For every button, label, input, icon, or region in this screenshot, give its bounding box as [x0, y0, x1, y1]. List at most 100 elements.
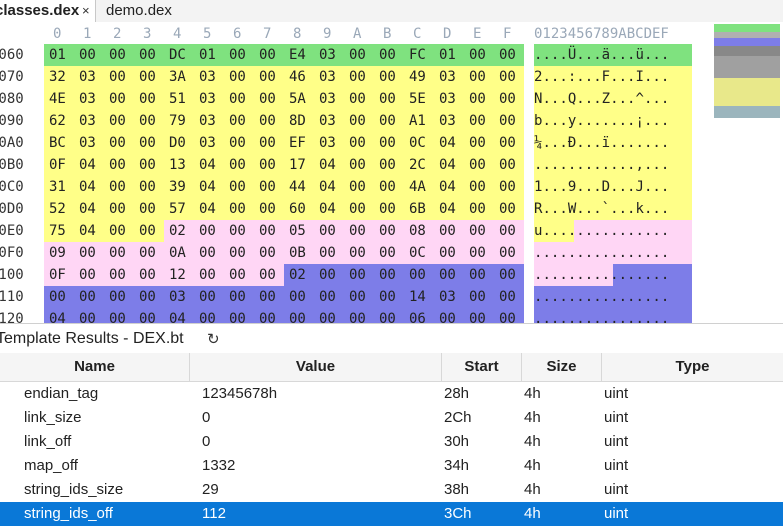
- hex-byte[interactable]: 00: [224, 308, 254, 323]
- hex-byte[interactable]: 04: [314, 154, 344, 176]
- hex-byte[interactable]: DC: [164, 44, 194, 66]
- hex-byte[interactable]: 00: [344, 308, 374, 323]
- hex-byte[interactable]: 01: [44, 44, 74, 66]
- hex-byte[interactable]: 03: [314, 44, 344, 66]
- hex-byte[interactable]: 00: [494, 88, 524, 110]
- hex-byte[interactable]: 04: [74, 176, 104, 198]
- hex-byte[interactable]: 04: [434, 176, 464, 198]
- hex-byte[interactable]: 4A: [404, 176, 434, 198]
- hex-byte[interactable]: 00: [224, 88, 254, 110]
- hex-byte[interactable]: 00: [464, 220, 494, 242]
- hex-byte[interactable]: 00: [134, 66, 164, 88]
- hex-byte[interactable]: 00: [314, 264, 344, 286]
- hex-byte[interactable]: 00: [374, 220, 404, 242]
- hex-byte[interactable]: 00: [494, 110, 524, 132]
- hex-byte[interactable]: 00: [464, 198, 494, 220]
- hex-byte[interactable]: 03: [434, 286, 464, 308]
- hex-byte[interactable]: 32: [44, 66, 74, 88]
- hex-byte[interactable]: 00: [494, 154, 524, 176]
- hex-byte[interactable]: 00: [224, 220, 254, 242]
- hex-byte[interactable]: 00: [254, 176, 284, 198]
- hex-byte[interactable]: 2C: [404, 154, 434, 176]
- ascii-row[interactable]: . . . . Ü . . . ä . . . ü . . .: [534, 44, 692, 66]
- hex-byte[interactable]: 06: [404, 308, 434, 323]
- hex-byte[interactable]: 02: [284, 264, 314, 286]
- hex-byte[interactable]: FC: [404, 44, 434, 66]
- hex-byte[interactable]: 12: [164, 264, 194, 286]
- hex-byte[interactable]: 31: [44, 176, 74, 198]
- hex-byte[interactable]: 13: [164, 154, 194, 176]
- hex-byte[interactable]: 03: [194, 66, 224, 88]
- ascii-row[interactable]: . . . . . . . . . . . . . . . .: [534, 242, 692, 264]
- hex-byte[interactable]: 00: [374, 110, 404, 132]
- hex-byte[interactable]: 00: [134, 44, 164, 66]
- hex-byte[interactable]: 00: [314, 220, 344, 242]
- hex-byte[interactable]: 03: [314, 110, 344, 132]
- hex-byte[interactable]: 00: [104, 132, 134, 154]
- hex-byte[interactable]: 0F: [44, 154, 74, 176]
- hex-byte[interactable]: 00: [134, 176, 164, 198]
- close-icon[interactable]: ×: [82, 0, 90, 22]
- ascii-row[interactable]: u . . . . . . . . . . . . . . .: [534, 220, 692, 242]
- hex-byte[interactable]: 00: [104, 198, 134, 220]
- hex-byte[interactable]: 03: [194, 88, 224, 110]
- hex-byte[interactable]: 00: [134, 88, 164, 110]
- template-row[interactable]: string_ids_size 29 38h 4h uint: [0, 478, 783, 502]
- hex-byte[interactable]: 00: [224, 242, 254, 264]
- hex-byte[interactable]: 04: [434, 154, 464, 176]
- hex-byte[interactable]: 00: [374, 154, 404, 176]
- hex-byte[interactable]: 00: [194, 286, 224, 308]
- template-row[interactable]: string_ids_off 112 3Ch 4h uint: [0, 502, 783, 526]
- hex-byte[interactable]: 00: [344, 286, 374, 308]
- hex-byte[interactable]: 04: [74, 220, 104, 242]
- hex-byte[interactable]: 03: [74, 110, 104, 132]
- hex-byte[interactable]: 00: [374, 242, 404, 264]
- hex-byte[interactable]: 00: [374, 286, 404, 308]
- hex-byte[interactable]: 75: [44, 220, 74, 242]
- hex-byte[interactable]: 00: [374, 44, 404, 66]
- hex-byte[interactable]: 00: [464, 242, 494, 264]
- column-header-type[interactable]: Type: [602, 353, 783, 381]
- hex-byte[interactable]: 00: [494, 176, 524, 198]
- hex-byte[interactable]: 00: [434, 242, 464, 264]
- hex-byte[interactable]: 03: [434, 110, 464, 132]
- template-row[interactable]: map_off 1332 34h 4h uint: [0, 454, 783, 478]
- hex-byte[interactable]: 08: [404, 220, 434, 242]
- hex-byte[interactable]: 04: [194, 154, 224, 176]
- hex-byte[interactable]: 00: [224, 286, 254, 308]
- hex-byte[interactable]: 00: [134, 154, 164, 176]
- hex-byte[interactable]: 00: [494, 44, 524, 66]
- hex-byte[interactable]: 00: [254, 154, 284, 176]
- tab-classes-dex[interactable]: classes.dex ×: [0, 0, 96, 22]
- template-row[interactable]: endian_tag 12345678h 28h 4h uint: [0, 382, 783, 406]
- hex-byte[interactable]: 00: [104, 220, 134, 242]
- hex-byte[interactable]: 04: [194, 198, 224, 220]
- hex-byte[interactable]: 00: [134, 110, 164, 132]
- hex-byte[interactable]: 4E: [44, 88, 74, 110]
- hex-byte[interactable]: 00: [104, 44, 134, 66]
- hex-byte[interactable]: 00: [464, 264, 494, 286]
- hex-byte[interactable]: 00: [104, 308, 134, 323]
- hex-byte[interactable]: 00: [254, 220, 284, 242]
- hex-byte[interactable]: 04: [314, 198, 344, 220]
- hex-byte[interactable]: 00: [374, 198, 404, 220]
- hex-byte[interactable]: 00: [224, 264, 254, 286]
- hex-byte[interactable]: 00: [254, 88, 284, 110]
- hex-byte[interactable]: 00: [224, 44, 254, 66]
- hex-byte[interactable]: 46: [284, 66, 314, 88]
- hex-byte[interactable]: 04: [164, 308, 194, 323]
- hex-byte[interactable]: 04: [74, 154, 104, 176]
- hex-byte[interactable]: 00: [314, 308, 344, 323]
- hex-byte[interactable]: 03: [74, 132, 104, 154]
- hex-byte[interactable]: 00: [344, 198, 374, 220]
- hex-byte[interactable]: 0A: [164, 242, 194, 264]
- hex-byte[interactable]: BC: [44, 132, 74, 154]
- hex-byte[interactable]: 3A: [164, 66, 194, 88]
- hex-byte[interactable]: 00: [194, 242, 224, 264]
- tab-demo-dex[interactable]: demo.dex: [96, 0, 192, 22]
- hex-byte[interactable]: 00: [374, 264, 404, 286]
- hex-byte[interactable]: 00: [404, 264, 434, 286]
- hex-byte[interactable]: 00: [284, 286, 314, 308]
- hex-byte[interactable]: 62: [44, 110, 74, 132]
- hex-byte[interactable]: 00: [134, 308, 164, 323]
